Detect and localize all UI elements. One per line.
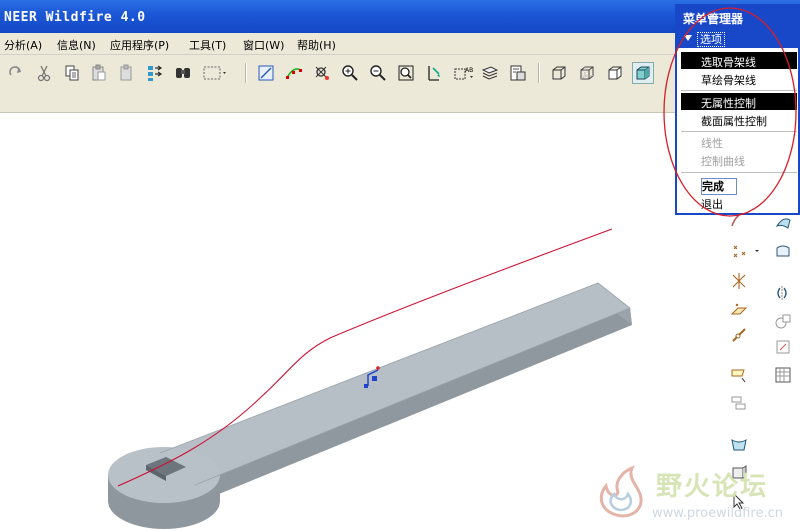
menu-item-select-spine[interactable]: 选取骨架线 <box>681 52 797 69</box>
menu-tools[interactable]: 工具(T) <box>189 37 226 53</box>
mirror-icon[interactable] <box>772 282 794 304</box>
menu-applications[interactable]: 应用程序(P) <box>110 37 169 53</box>
wrench-model[interactable] <box>108 282 632 529</box>
datum-csys-icon[interactable] <box>728 364 750 386</box>
shaded-icon[interactable] <box>632 62 654 84</box>
collapse-triangle-icon[interactable] <box>684 35 692 41</box>
menu-manager-panel: 菜单管理器 选项 选取骨架线 草绘骨架线 无属性控制 截面属性控制 线性 控制曲… <box>675 4 800 215</box>
datum-plane-icon[interactable] <box>728 298 750 320</box>
watermark-text: 野火论坛 <box>656 472 769 502</box>
datum-point-icon[interactable] <box>728 240 764 262</box>
paste-special-icon[interactable] <box>116 62 138 84</box>
menu-info[interactable]: 信息(N) <box>57 37 96 53</box>
exit-button[interactable]: 退出 <box>701 196 723 212</box>
menu-item-sketch-spine[interactable]: 草绘骨架线 <box>681 70 797 87</box>
refit-icon[interactable] <box>395 62 417 84</box>
spin-center-icon[interactable] <box>311 62 333 84</box>
orient-icon[interactable] <box>423 62 445 84</box>
wireframe-icon[interactable] <box>548 62 570 84</box>
options-section-label: 选项 <box>697 32 725 47</box>
menu-item-section-attr-control[interactable]: 截面属性控制 <box>681 111 797 128</box>
menu-item-control-curve: 控制曲线 <box>701 155 745 168</box>
display-datum-icon[interactable] <box>255 62 277 84</box>
annotation-icon[interactable]: AB <box>451 62 477 84</box>
layers-icon[interactable] <box>479 62 501 84</box>
svg-text:AB: AB <box>465 67 473 74</box>
offset-icon[interactable] <box>772 336 794 358</box>
menu-analysis[interactable]: 分析(A) <box>4 37 42 53</box>
menu-manager-title: 菜单管理器 <box>677 6 798 30</box>
view-manager-icon[interactable] <box>507 62 529 84</box>
zoom-in-icon[interactable] <box>339 62 361 84</box>
menu-divider <box>681 172 797 173</box>
menu-window[interactable]: 窗口(W) <box>243 37 284 53</box>
menu-help[interactable]: 帮助(H) <box>297 37 336 53</box>
flame-logo-icon <box>599 465 643 518</box>
done-button[interactable]: 完成 <box>701 178 737 195</box>
sweep-icon[interactable] <box>728 434 750 456</box>
options-section-header[interactable]: 选项 <box>677 30 798 48</box>
boundary-blend-icon[interactable] <box>772 240 794 262</box>
trim-icon[interactable] <box>772 310 794 332</box>
no-hidden-icon[interactable] <box>604 62 626 84</box>
paste-icon[interactable] <box>88 62 110 84</box>
menu-divider <box>681 131 797 132</box>
menu-item-no-attr-control[interactable]: 无属性控制 <box>681 93 797 110</box>
hidden-line-icon[interactable] <box>576 62 598 84</box>
analysis-icon[interactable] <box>728 392 750 414</box>
select-box-icon[interactable] <box>200 62 230 84</box>
redo-icon[interactable] <box>5 62 27 84</box>
surface-icon[interactable] <box>772 212 794 234</box>
find-icon[interactable] <box>172 62 194 84</box>
watermark: 野火论坛 www.proewildfire.cn <box>590 462 800 528</box>
table-icon[interactable] <box>772 364 794 386</box>
copy-icon[interactable] <box>61 62 83 84</box>
window-title: NEER Wildfire 4.0 <box>4 10 146 25</box>
watermark-url: www.proewildfire.cn <box>652 506 783 521</box>
menu-item-linear: 线性 <box>701 137 723 150</box>
cut-icon[interactable] <box>33 62 55 84</box>
zoom-out-icon[interactable] <box>367 62 389 84</box>
chain-icon[interactable] <box>728 324 750 346</box>
spline-icon[interactable] <box>283 62 305 84</box>
menu-divider <box>681 90 797 91</box>
datum-axis-icon[interactable] <box>728 270 750 292</box>
regenerate-icon[interactable] <box>144 62 166 84</box>
